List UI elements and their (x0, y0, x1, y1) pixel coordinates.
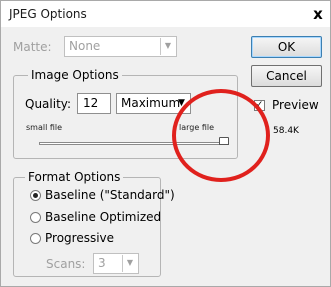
quality-value: 12 (83, 96, 99, 110)
radio-progressive[interactable] (30, 233, 41, 244)
quality-preset-value: Maximum (121, 96, 181, 110)
small-file-label: small file (26, 123, 63, 132)
radio-baseline-standard[interactable] (30, 190, 41, 201)
quality-label: Quality: (25, 97, 72, 111)
radio-baseline-optimized[interactable] (30, 212, 41, 223)
preview-label: Preview (272, 98, 319, 112)
matte-value: None (69, 39, 101, 53)
scans-select[interactable]: 3 ▼ (93, 253, 139, 274)
matte-select[interactable]: None ▼ (64, 36, 177, 57)
quality-input[interactable]: 12 (77, 93, 111, 114)
scans-label: Scans: (46, 257, 86, 271)
matte-label: Matte: (13, 40, 52, 54)
close-icon[interactable]: x (309, 4, 327, 24)
title-bar: JPEG Options x (1, 1, 330, 27)
jpeg-options-dialog: JPEG Options x Matte: None ▼ OK Cancel ✓… (0, 0, 331, 287)
file-size-readout: 58.4K (273, 126, 299, 136)
option-baseline-optimized-label: Baseline Optimized (45, 210, 162, 224)
chevron-down-icon: ▼ (122, 255, 137, 272)
cancel-button[interactable]: Cancel (251, 65, 322, 87)
option-progressive-label: Progressive (45, 231, 115, 245)
red-circle-annotation (172, 89, 270, 182)
chevron-down-icon: ▼ (160, 38, 175, 55)
format-options-title: Format Options (25, 170, 124, 184)
scans-value: 3 (98, 256, 106, 270)
ok-button[interactable]: OK (251, 36, 322, 58)
option-baseline-standard-label: Baseline ("Standard") (45, 188, 175, 202)
dialog-title: JPEG Options (9, 7, 87, 21)
image-options-title: Image Options (28, 68, 122, 82)
